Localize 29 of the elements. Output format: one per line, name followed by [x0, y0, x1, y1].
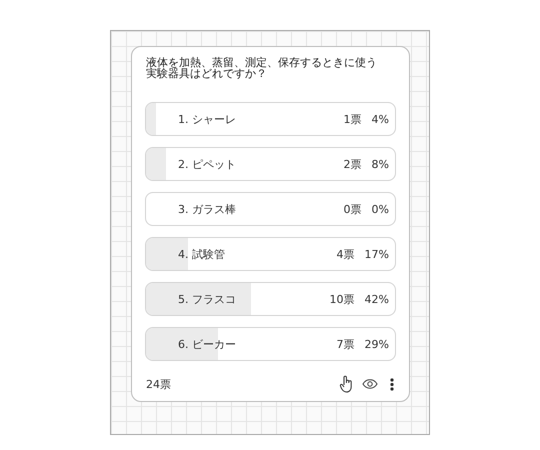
- vote-count: 2票: [344, 156, 362, 172]
- vote-percent: 17%: [364, 248, 389, 260]
- poll-option[interactable]: 2. ピペット 2票 8%: [145, 147, 396, 181]
- poll-option[interactable]: 6. ビーカー 7票 29%: [145, 327, 396, 361]
- option-label: 4. 試験管: [178, 246, 226, 262]
- vote-percent: 29%: [364, 338, 389, 350]
- poll-option[interactable]: 3. ガラス棒 0票 0%: [145, 192, 396, 226]
- vote-count: 0票: [344, 202, 362, 216]
- vote-percent: 0%: [372, 202, 389, 216]
- option-label: 6. ビーカー: [178, 336, 237, 352]
- poll-option[interactable]: 1. シャーレ 1票 4%: [145, 102, 396, 136]
- vote-count: 1票: [344, 112, 362, 126]
- poll-question: 液体を加熱、蒸留、測定、保存するときに使う実験器具はどれですか？: [146, 57, 378, 82]
- vote-count: 10票: [330, 292, 355, 306]
- vote-percent: 4%: [372, 112, 389, 126]
- vote-count: 4票: [336, 246, 355, 262]
- more-options-icon[interactable]: [390, 378, 394, 390]
- poll-option[interactable]: 5. フラスコ 10票 42%: [145, 282, 396, 316]
- poll-option[interactable]: 4. 試験管 4票 17%: [145, 237, 396, 271]
- total-votes: 24票: [146, 376, 172, 392]
- hand-pointer-icon[interactable]: [339, 375, 354, 393]
- option-label: 3. ガラス棒: [178, 202, 237, 216]
- vote-percent: 8%: [372, 158, 389, 170]
- vote-percent: 42%: [364, 292, 389, 306]
- option-label: 5. フラスコ: [178, 292, 237, 306]
- option-label: 2. ピペット: [178, 156, 237, 172]
- option-label: 1. シャーレ: [178, 112, 237, 126]
- vote-count: 7票: [336, 336, 355, 352]
- eye-icon[interactable]: [362, 379, 378, 389]
